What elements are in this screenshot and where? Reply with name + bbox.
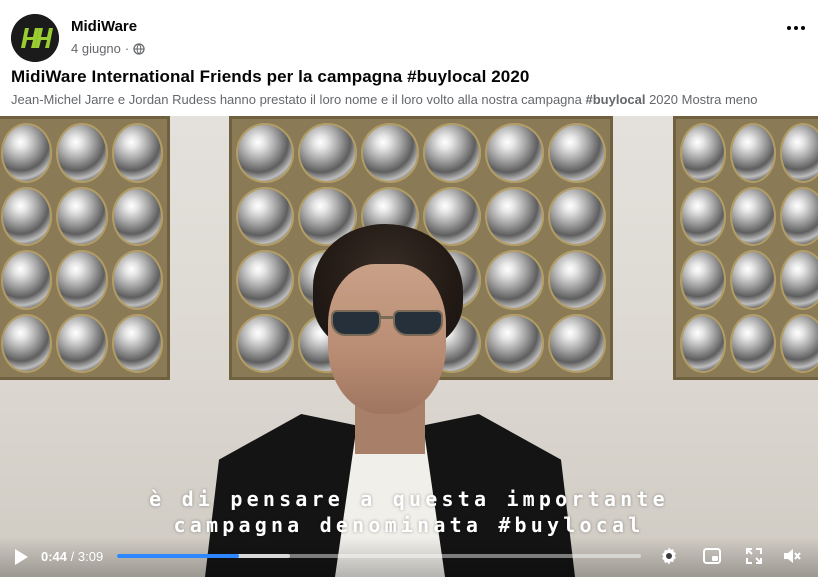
subtitle-line-2: campagna denominata #buylocal: [173, 513, 645, 537]
hashtag-link[interactable]: #buylocal: [585, 92, 645, 107]
sphere-panel-left: [0, 116, 170, 380]
description-text-end: 2020: [645, 92, 682, 107]
volume-muted-icon[interactable]: [782, 546, 802, 566]
description-text: Jean-Michel Jarre e Jordan Rudess hanno …: [11, 92, 586, 107]
post-description: Jean-Michel Jarre e Jordan Rudess hanno …: [11, 92, 757, 107]
globe-icon[interactable]: [133, 42, 145, 55]
fullscreen-icon[interactable]: [744, 546, 764, 566]
sphere-panel-right: [673, 116, 818, 380]
video-player[interactable]: è di pensare a questa importante campagn…: [0, 116, 818, 577]
post-header: MidiWare 4 giugno · MidiWare Internation…: [0, 0, 818, 116]
more-options-icon[interactable]: [784, 16, 808, 40]
post-title: MidiWare International Friends per la ca…: [11, 67, 530, 86]
current-time: 0:44: [41, 549, 68, 564]
duration: 3:09: [77, 549, 104, 564]
post-date[interactable]: 4 giugno: [71, 41, 121, 56]
sunglasses: [327, 310, 447, 338]
time-separator: /: [67, 549, 78, 564]
gear-icon[interactable]: [659, 546, 679, 566]
progress-bar[interactable]: [117, 554, 641, 558]
show-less-link[interactable]: Mostra meno: [682, 92, 758, 107]
picture-in-picture-icon[interactable]: [702, 546, 722, 566]
sphere-grid: [680, 123, 818, 373]
subtitle-line-1: è di pensare a questa importante: [149, 487, 669, 511]
played-bar: [117, 554, 240, 558]
play-icon[interactable]: [13, 548, 29, 566]
sphere-grid: [1, 123, 163, 373]
page-name[interactable]: MidiWare: [71, 18, 137, 35]
time-display: 0:44 / 3:09: [41, 549, 103, 564]
post-meta: 4 giugno ·: [71, 41, 145, 56]
midiware-logo-icon: [11, 14, 59, 62]
video-controls: 0:44 / 3:09: [0, 537, 818, 577]
page-avatar[interactable]: [11, 14, 59, 62]
meta-separator: ·: [124, 41, 130, 56]
